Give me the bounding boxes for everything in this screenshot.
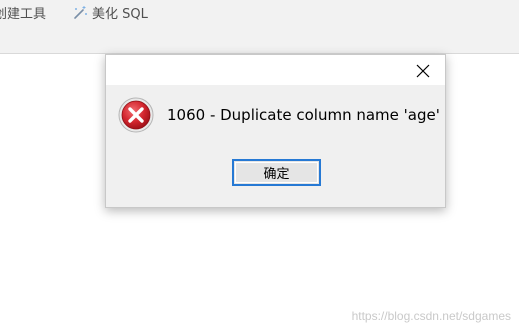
create-tool-button[interactable]: 创建工具 bbox=[0, 3, 46, 22]
watermark: https://blog.csdn.net/sdgames bbox=[351, 309, 511, 323]
error-dialog: 1060 - Duplicate column name 'age' 确定 bbox=[105, 54, 446, 208]
toolbar: 创建工具 美化 SQL bbox=[0, 0, 519, 54]
beautify-sql-button[interactable]: 美化 SQL bbox=[72, 3, 148, 22]
close-icon bbox=[416, 64, 430, 78]
ok-button[interactable]: 确定 bbox=[232, 159, 321, 186]
ok-button-label: 确定 bbox=[263, 167, 290, 182]
close-button[interactable] bbox=[409, 58, 437, 84]
magic-wand-icon bbox=[74, 5, 87, 19]
dialog-titlebar bbox=[106, 55, 445, 85]
beautify-sql-label: 美化 SQL bbox=[92, 7, 148, 22]
error-icon bbox=[118, 97, 154, 133]
error-message: 1060 - Duplicate column name 'age' bbox=[167, 106, 440, 124]
